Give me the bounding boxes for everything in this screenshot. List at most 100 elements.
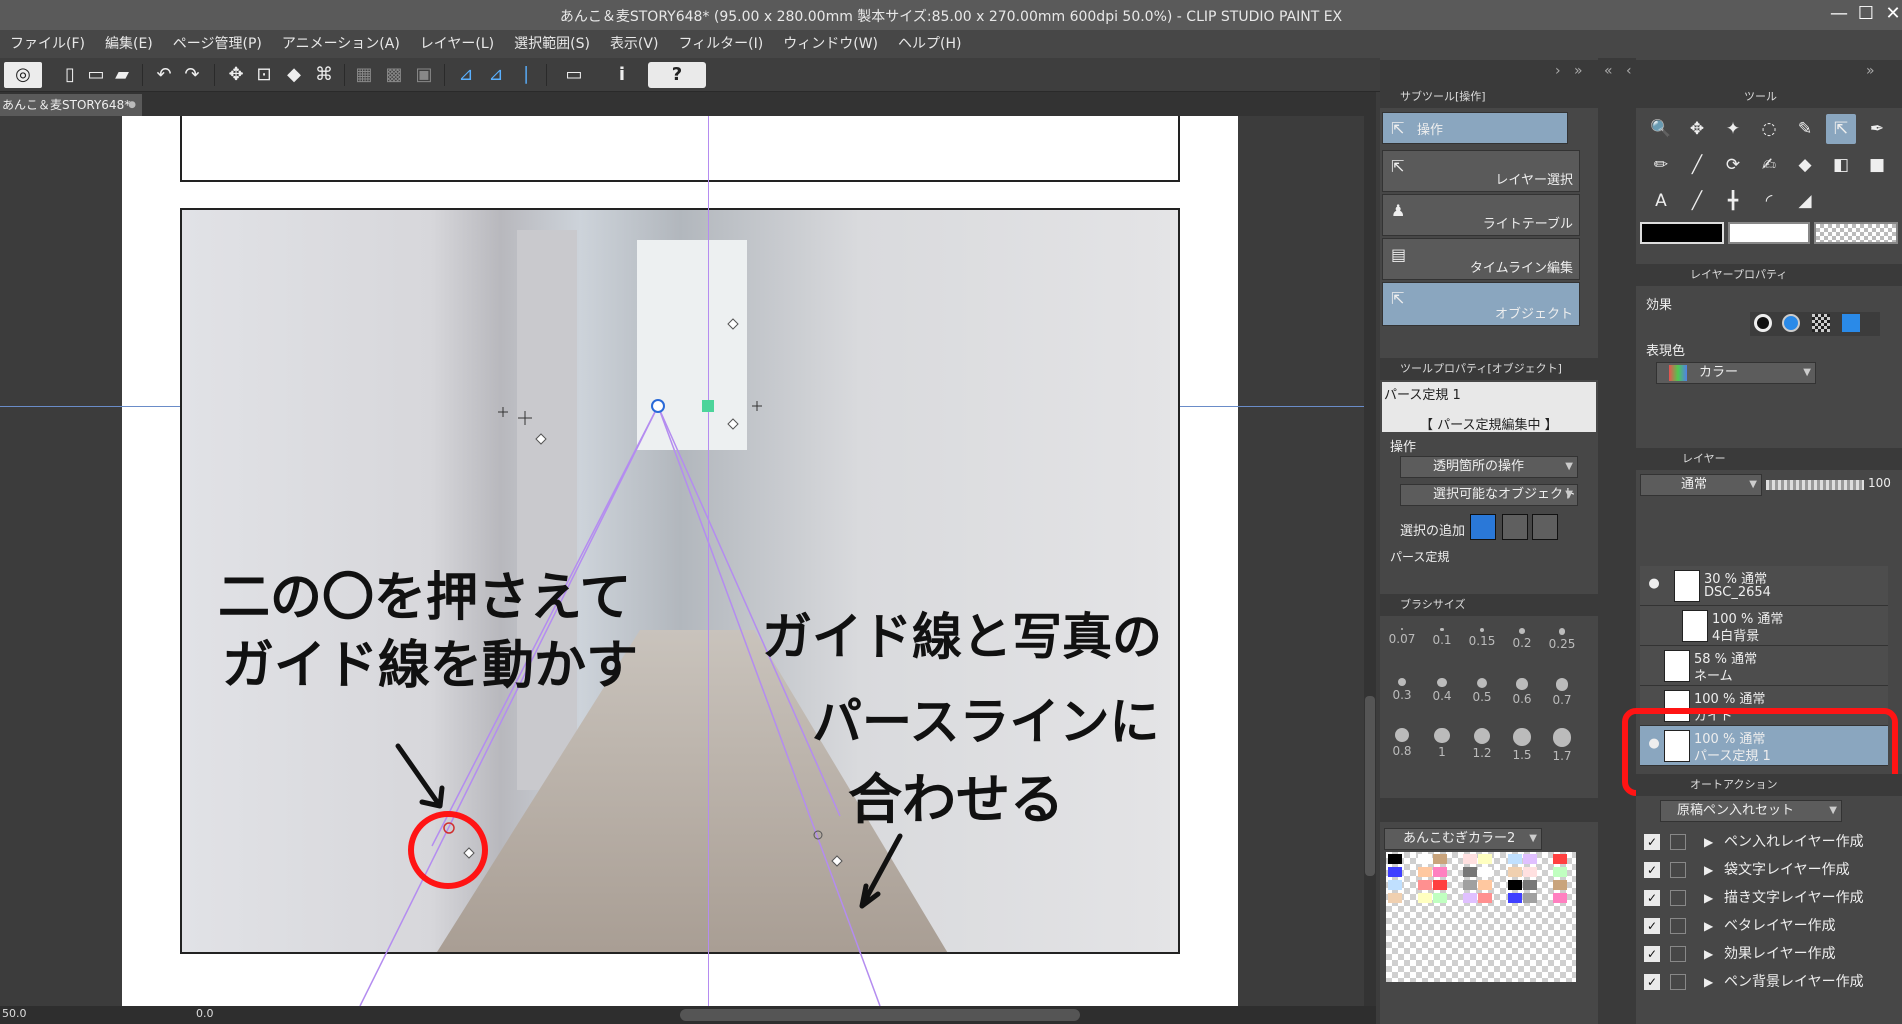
- color-swatch[interactable]: [1523, 867, 1537, 877]
- collapse-icon[interactable]: »: [1574, 63, 1583, 79]
- open-file-icon[interactable]: ▭: [82, 62, 110, 88]
- brush-size-cell[interactable]: 0.1: [1424, 624, 1460, 666]
- layer-color-icon[interactable]: [1812, 314, 1830, 332]
- transparent-operation-select[interactable]: 透明箇所の操作 ▼: [1400, 456, 1578, 478]
- pencil-icon[interactable]: ✏: [1646, 150, 1676, 180]
- color-swatch[interactable]: [1478, 854, 1492, 864]
- color-swatch[interactable]: [1388, 854, 1402, 864]
- new-file-icon[interactable]: ▯: [56, 62, 84, 88]
- color-swatch[interactable]: [1523, 893, 1537, 903]
- gradient-icon[interactable]: ■: [1862, 150, 1892, 180]
- menu-page[interactable]: ページ管理(P): [163, 30, 272, 58]
- check-icon[interactable]: ✓: [1644, 946, 1660, 962]
- brush-size-cell[interactable]: 1.7: [1544, 724, 1580, 766]
- subtool-group-operation[interactable]: ⇱ 操作: [1382, 112, 1568, 144]
- tools-panel-header[interactable]: ツール: [1636, 86, 1902, 108]
- color-swatch[interactable]: [1523, 854, 1537, 864]
- snap-perspective-icon[interactable]: ⊿: [482, 62, 510, 88]
- auto-select-icon[interactable]: ✦: [1718, 114, 1748, 144]
- color-icon[interactable]: ▭: [554, 62, 594, 88]
- sub-color-swatch[interactable]: [1728, 222, 1810, 244]
- app-logo-icon[interactable]: ◎: [4, 62, 42, 88]
- airbrush-icon[interactable]: ⟳: [1718, 150, 1748, 180]
- auto-action-set-select[interactable]: 原稿ペン入れセット ▼: [1660, 800, 1842, 822]
- color-swatch[interactable]: [1388, 867, 1402, 877]
- color-swatch[interactable]: [1553, 854, 1567, 864]
- menu-help[interactable]: ヘルプ(H): [888, 30, 971, 58]
- transparent-color-swatch[interactable]: [1814, 222, 1898, 244]
- subtool-panel-header[interactable]: サブツール[操作]: [1380, 86, 1598, 108]
- tone-effect-icon[interactable]: [1782, 314, 1800, 332]
- line-icon[interactable]: ╱: [1682, 186, 1712, 216]
- color-swatch[interactable]: [1463, 880, 1477, 890]
- color-swatch[interactable]: [1478, 893, 1492, 903]
- menu-layer[interactable]: レイヤー(L): [410, 30, 504, 58]
- brush-size-cell[interactable]: 0.2: [1504, 624, 1540, 666]
- brush-icon[interactable]: ╱: [1682, 150, 1712, 180]
- border-effect-icon[interactable]: [1754, 314, 1772, 332]
- color-swatch[interactable]: [1463, 867, 1477, 877]
- add-selection-mode-add[interactable]: [1502, 514, 1528, 540]
- color-swatch[interactable]: [1388, 893, 1402, 903]
- clear-icon[interactable]: ✥: [222, 62, 250, 88]
- layer-panel-header[interactable]: レイヤー: [1636, 448, 1902, 470]
- add-selection-mode-toggle[interactable]: [1532, 514, 1558, 540]
- auto-action-item[interactable]: ✓ ▶ 袋文字レイヤー作成: [1640, 856, 1888, 884]
- subtool-light-table[interactable]: ♟ ライトテーブル: [1382, 194, 1580, 236]
- hide-selection-icon[interactable]: ⌘: [310, 62, 338, 88]
- collapse-icon[interactable]: ›: [1555, 63, 1561, 79]
- main-color-swatch[interactable]: [1640, 222, 1724, 244]
- play-icon[interactable]: ▶: [1704, 968, 1713, 996]
- brush-size-cell[interactable]: 0.5: [1464, 674, 1500, 716]
- color-swatch[interactable]: [1508, 854, 1522, 864]
- select-all-icon[interactable]: ▦: [350, 62, 378, 88]
- color-palette-grid[interactable]: [1386, 852, 1576, 982]
- horizontal-scrollbar-thumb[interactable]: [680, 1009, 1080, 1021]
- close-button[interactable]: ✕: [1872, 0, 1902, 30]
- play-icon[interactable]: ▶: [1704, 856, 1713, 884]
- check-icon[interactable]: ✓: [1644, 862, 1660, 878]
- document-tab[interactable]: あんこ＆麦STORY648* ●: [0, 94, 142, 116]
- brush-size-cell[interactable]: 0.6: [1504, 674, 1540, 716]
- brush-size-cell[interactable]: 1.2: [1464, 724, 1500, 766]
- help-icon[interactable]: ?: [648, 62, 706, 88]
- pen-icon[interactable]: ✒: [1862, 114, 1892, 144]
- color-swatch[interactable]: [1433, 854, 1447, 864]
- color-swatch[interactable]: [1478, 867, 1492, 877]
- layer-row[interactable]: ● 30 % 通常 DSC_2654: [1640, 566, 1888, 606]
- canvas-vertical-scrollbar[interactable]: [1364, 116, 1376, 1006]
- color-swatch[interactable]: [1388, 880, 1402, 890]
- snap-ruler-icon[interactable]: ⊿: [452, 62, 480, 88]
- rotation-value[interactable]: 0.0: [196, 1007, 214, 1020]
- menu-view[interactable]: 表示(V): [600, 30, 669, 58]
- fill-icon[interactable]: ⊡: [250, 62, 278, 88]
- color-swatch[interactable]: [1433, 880, 1447, 890]
- dialog-toggle[interactable]: [1670, 974, 1686, 990]
- color-swatch[interactable]: [1508, 867, 1522, 877]
- menu-window[interactable]: ウィンドウ(W): [773, 30, 888, 58]
- menu-selection[interactable]: 選択範囲(S): [504, 30, 600, 58]
- color-set-select[interactable]: あんこむぎカラー2 ▼: [1384, 828, 1542, 850]
- eraser-icon[interactable]: ◆: [1790, 150, 1820, 180]
- zoom-value[interactable]: 50.0: [2, 1007, 27, 1020]
- brush-size-cell[interactable]: 0.3: [1384, 674, 1420, 716]
- collapse-icon[interactable]: »: [1866, 63, 1875, 79]
- color-swatch[interactable]: [1433, 893, 1447, 903]
- color-swatch[interactable]: [1433, 867, 1447, 877]
- color-swatch[interactable]: [1553, 880, 1567, 890]
- selectable-object-select[interactable]: 選択可能なオブジェクト ▼: [1400, 484, 1578, 506]
- auto-action-item[interactable]: ✓ ▶ ペン背景レイヤー作成: [1640, 968, 1888, 996]
- auto-action-item[interactable]: ✓ ▶ 効果レイヤー作成: [1640, 940, 1888, 968]
- scrollbar-thumb[interactable]: [1365, 696, 1375, 876]
- deselect-icon[interactable]: ▩: [380, 62, 408, 88]
- auto-action-header[interactable]: オートアクション: [1636, 774, 1902, 796]
- brush-size-cell[interactable]: 0.8: [1384, 724, 1420, 766]
- zoom-icon[interactable]: 🔍: [1646, 114, 1676, 144]
- play-icon[interactable]: ▶: [1704, 828, 1713, 856]
- auto-action-item[interactable]: ✓ ▶ ペン入れレイヤー作成: [1640, 828, 1888, 856]
- collapse-icon[interactable]: ‹: [1626, 63, 1632, 79]
- menu-animation[interactable]: アニメーション(A): [272, 30, 410, 58]
- dialog-toggle[interactable]: [1670, 918, 1686, 934]
- balloon-icon[interactable]: ◜: [1754, 186, 1784, 216]
- dialog-toggle[interactable]: [1670, 834, 1686, 850]
